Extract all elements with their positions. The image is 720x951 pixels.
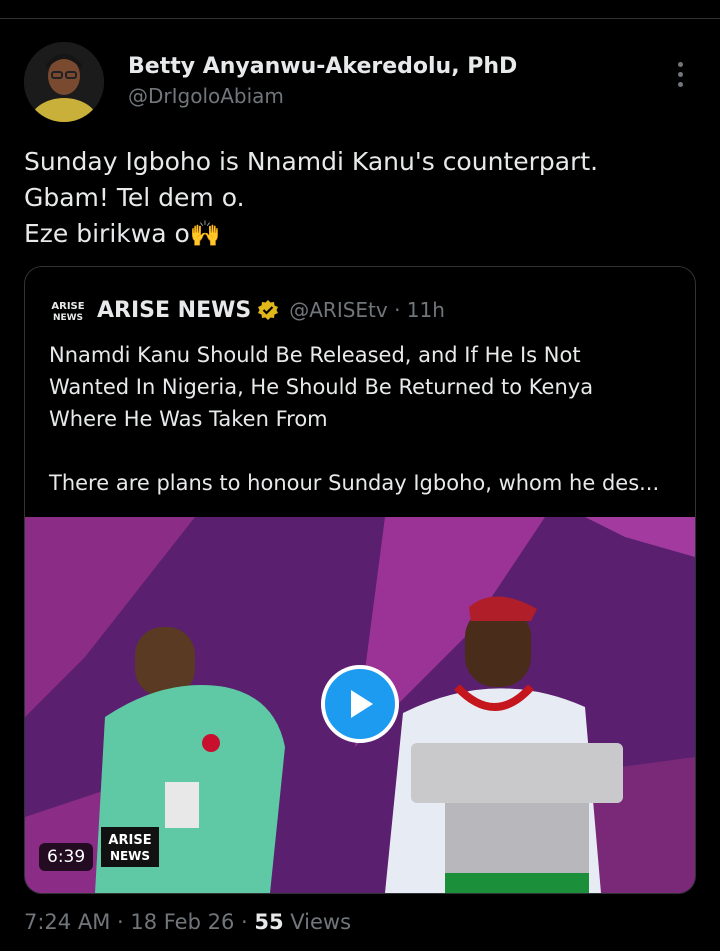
video-duration-badge: 6:39 — [39, 843, 94, 871]
quoted-tweet-header: ARISE NEWS ARISE NEWS @ARISEtv · 11h — [49, 295, 445, 325]
tweet-text-line: Eze birikwa o🙌 — [24, 219, 221, 248]
author-name[interactable]: Betty Anyanwu-Akeredolu, PhD — [128, 54, 517, 79]
verified-badge-icon — [258, 300, 279, 320]
quoted-text-line: Where He Was Taken From — [49, 407, 328, 431]
play-button[interactable] — [321, 665, 399, 743]
tweet-text-line: Sunday Igboho is Nnamdi Kanu's counterpa… — [24, 147, 599, 176]
author-handle[interactable]: @DrIgoloAbiam — [128, 84, 284, 108]
tweet-text-line: Gbam! Tel dem o. — [24, 183, 245, 212]
avatar-image — [24, 42, 104, 122]
arise-logo-icon: ARISE NEWS — [49, 297, 87, 323]
svg-text:ARISE: ARISE — [51, 301, 84, 312]
quoted-author-handle[interactable]: @ARISEtv · 11h — [289, 298, 445, 322]
quoted-tweet-card[interactable]: ARISE NEWS ARISE NEWS @ARISEtv · 11h Nna… — [24, 266, 696, 894]
video-player[interactable]: ARISE NEWS 6:39 — [25, 517, 695, 893]
video-watermark: ARISE — [108, 833, 151, 848]
tweet-text: Sunday Igboho is Nnamdi Kanu's counterpa… — [24, 144, 696, 252]
quoted-tweet-text: Nnamdi Kanu Should Be Released, and If H… — [49, 339, 679, 499]
play-icon — [351, 690, 373, 718]
svg-text:NEWS: NEWS — [53, 313, 83, 323]
tweet-timestamp[interactable]: 7:24 AM · 18 Feb 26 · — [24, 910, 254, 934]
more-options-icon[interactable] — [672, 62, 688, 92]
avatar[interactable] — [24, 42, 104, 122]
top-divider — [0, 18, 720, 19]
quoted-text-line: There are plans to honour Sunday Igboho,… — [49, 471, 660, 495]
tweet-metadata: 7:24 AM · 18 Feb 26 · 55 Views — [24, 910, 351, 934]
views-label: Views — [283, 910, 352, 934]
quoted-author-name[interactable]: ARISE NEWS — [97, 298, 251, 323]
quoted-text-line: Nnamdi Kanu Should Be Released, and If H… — [49, 343, 581, 367]
svg-text:NEWS: NEWS — [110, 849, 150, 863]
quoted-text-line: Wanted In Nigeria, He Should Be Returned… — [49, 375, 594, 399]
views-count[interactable]: 55 — [254, 910, 283, 934]
